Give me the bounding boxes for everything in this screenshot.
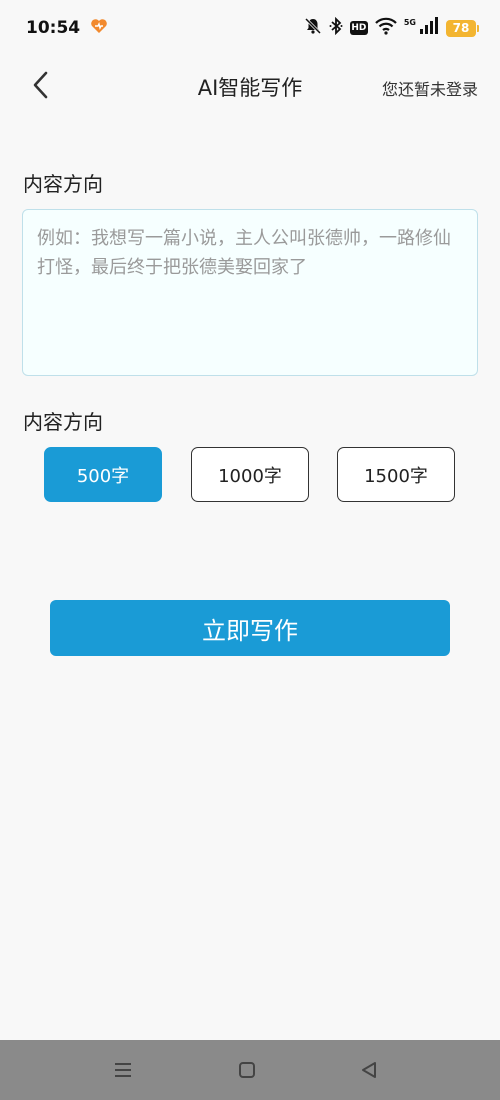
length-option-label: 1000字: [218, 465, 282, 487]
length-option-label: 1500字: [364, 465, 428, 487]
login-status-link[interactable]: 您还暂未登录: [382, 76, 478, 100]
write-now-label: 立即写作: [202, 616, 298, 645]
length-option-label: 500字: [76, 465, 130, 487]
length-option-1500[interactable]: 1500字: [337, 447, 455, 502]
length-option-500[interactable]: 500字: [44, 447, 162, 502]
signal-icon: [419, 17, 439, 39]
bluetooth-icon: [329, 16, 343, 39]
nav-back-button[interactable]: [353, 1054, 385, 1086]
hd-icon: HD: [349, 21, 368, 35]
menu-icon: [115, 1063, 131, 1077]
heart-app-icon: [90, 18, 108, 38]
status-time: 10:54: [26, 18, 81, 38]
header: AI智能写作 您还暂未登录: [0, 56, 500, 116]
length-option-1000[interactable]: 1000字: [191, 447, 309, 502]
menu-button[interactable]: [107, 1054, 139, 1086]
battery-icon: 78: [446, 19, 479, 37]
network-type: 5G: [403, 18, 416, 27]
home-square-icon: [239, 1062, 255, 1078]
status-bar: 10:54 HD 5G 78: [0, 0, 500, 56]
status-right: HD 5G 78: [304, 16, 479, 39]
content-section-label: 内容方向: [23, 172, 103, 196]
bell-off-icon: [304, 17, 322, 39]
status-left: 10:54: [26, 18, 108, 38]
system-nav-bar: [0, 1040, 500, 1100]
content-input[interactable]: [22, 209, 478, 376]
wifi-icon: [375, 17, 397, 39]
back-triangle-icon: [362, 1062, 376, 1078]
home-button[interactable]: [231, 1054, 263, 1086]
write-now-button[interactable]: 立即写作: [50, 600, 450, 656]
length-section-label: 内容方向: [23, 410, 103, 434]
screen: 10:54 HD 5G 78 AI智能写作 您还暂未登录 内容方向 例如：我想写…: [0, 0, 500, 1100]
